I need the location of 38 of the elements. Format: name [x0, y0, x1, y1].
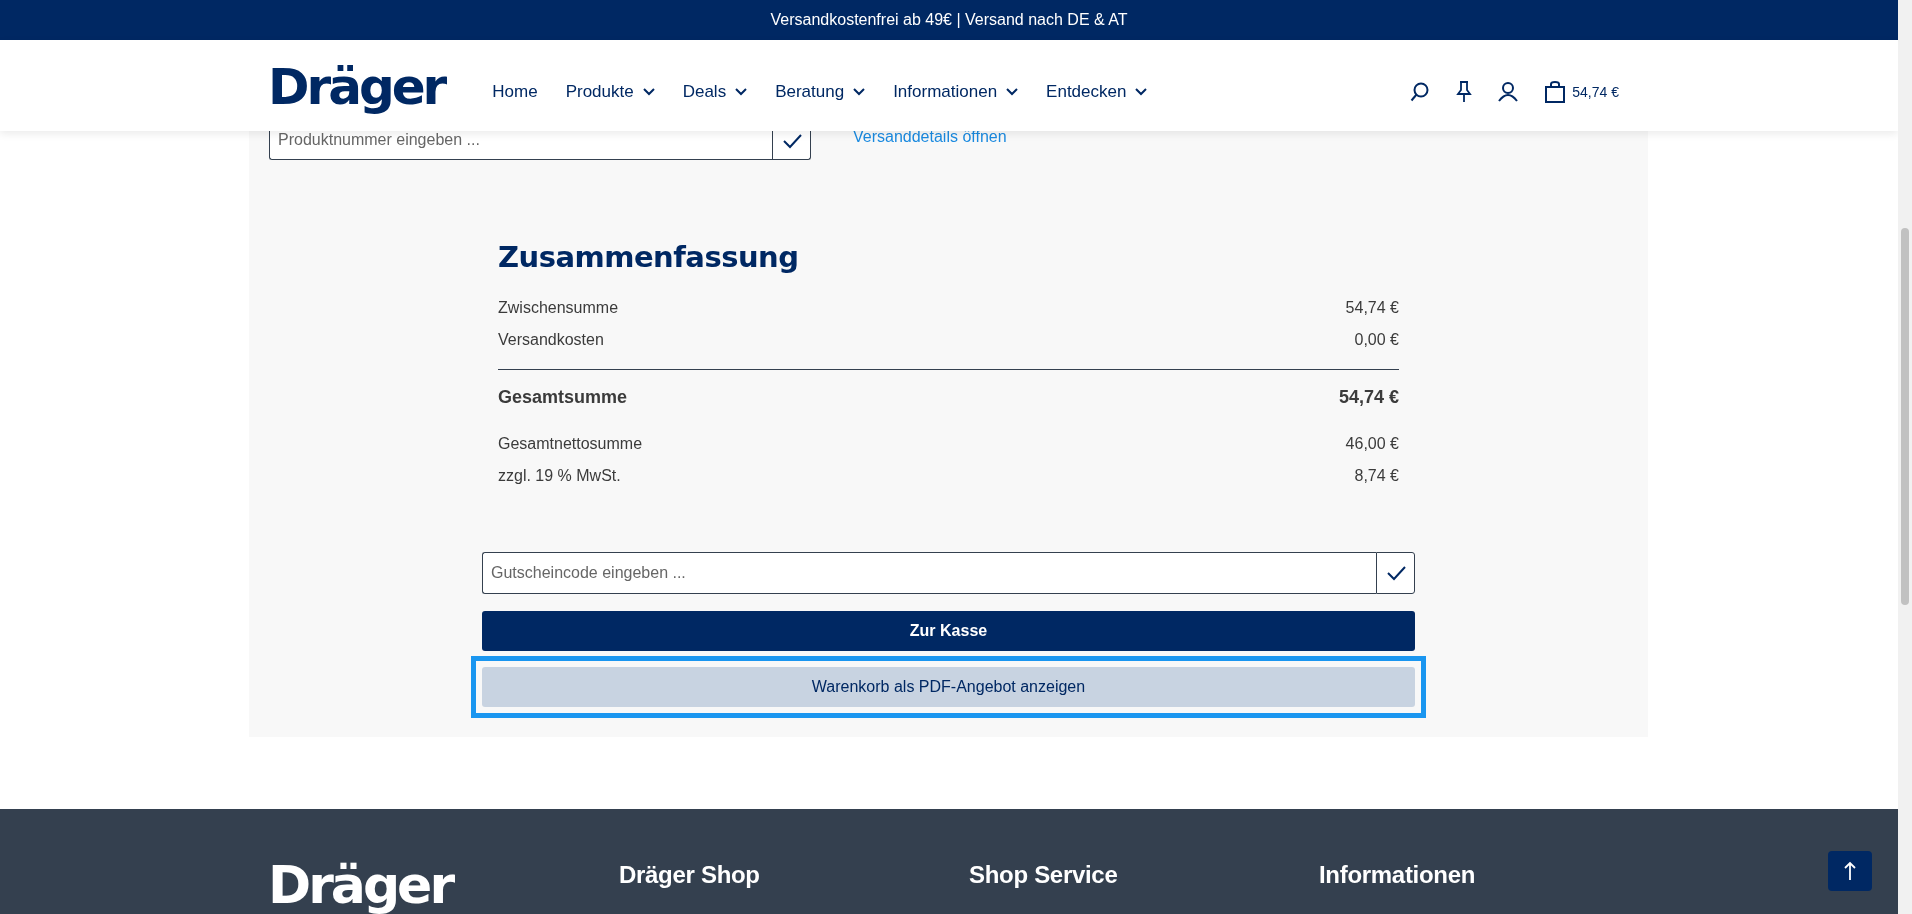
promo-text: Versandkostenfrei ab 49€ | Versand nach DE & AT: [770, 11, 1128, 29]
confirm-button[interactable]: [772, 131, 811, 160]
nav-link[interactable]: Deals: [682, 81, 748, 102]
footer-heading: Shop Service: [969, 861, 1119, 890]
pin-icon[interactable]: [1456, 80, 1473, 103]
nav-link[interactable]: Produkte: [565, 81, 655, 102]
footer-heading: Informationen: [1319, 861, 1477, 890]
pdf-quote-button[interactable]: Warenkorb als PDF-Angebot anzeigen: [482, 667, 1415, 707]
summary-label: Gesamtnettosumme: [498, 435, 643, 453]
user-icon[interactable]: [1498, 81, 1519, 102]
coupon-field[interactable]: Gutscheincode eingeben ...: [482, 552, 1376, 594]
product-number-field[interactable]: Produktnummer eingeben ...: [269, 131, 772, 160]
footer-heading: Dräger Shop: [619, 861, 761, 890]
summary-value: 54,74 €: [1338, 386, 1399, 408]
scrollbar-thumb[interactable]: [1901, 228, 1909, 605]
shipping-details-link[interactable]: Versanddetails öffnen: [853, 128, 1007, 146]
summary-label: zzgl. 19 % MwSt.: [498, 467, 621, 485]
brand-logo[interactable]: Dräger: [268, 60, 445, 115]
shopping-bag-icon: [1544, 80, 1567, 103]
summary-value: 46,00 €: [1345, 435, 1399, 453]
nav-link[interactable]: Beratung: [775, 81, 866, 102]
footer-logo[interactable]: Dräger: [268, 859, 619, 914]
search-icon[interactable]: [1410, 81, 1431, 102]
nav-link[interactable]: Informationen: [893, 81, 1019, 102]
summary-value: 54,74 €: [1345, 299, 1399, 317]
checkout-button[interactable]: Zur Kasse: [482, 611, 1415, 651]
summary-value: 8,74 €: [1354, 467, 1399, 485]
summary-title: Zusammenfassung: [498, 240, 800, 274]
back-to-top-button[interactable]: [1828, 851, 1872, 891]
apply-coupon-button[interactable]: [1376, 552, 1415, 594]
summary-label: Versandkosten: [498, 331, 604, 349]
cart-button[interactable]: 54,74 €: [1544, 80, 1619, 103]
summary-label: Zwischensumme: [498, 299, 619, 317]
nav-link[interactable]: Home: [492, 81, 538, 102]
summary-label: Gesamtsumme: [498, 386, 628, 408]
nav-link[interactable]: Entdecken: [1046, 81, 1148, 102]
arrow-up-icon: [1843, 861, 1857, 881]
summary-value: 0,00 €: [1354, 331, 1399, 349]
